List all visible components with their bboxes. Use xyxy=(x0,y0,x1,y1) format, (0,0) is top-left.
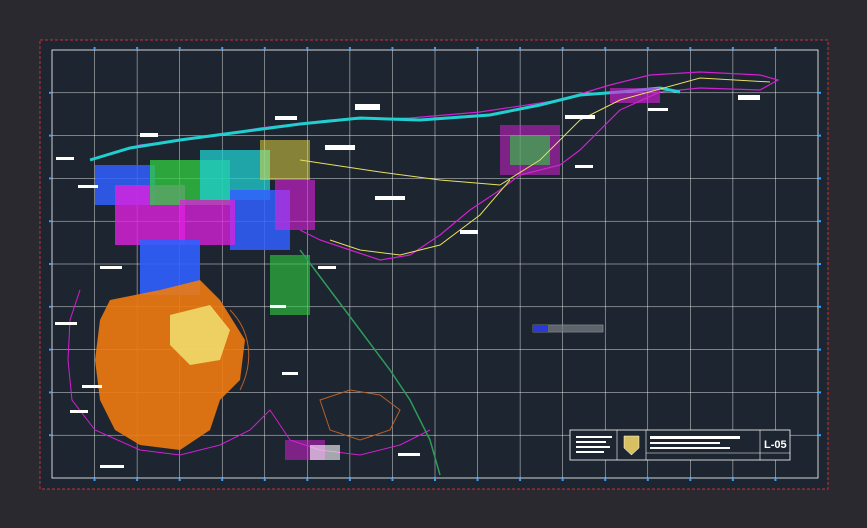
grid-tick xyxy=(49,434,52,437)
grid-tick xyxy=(561,47,564,50)
grid-tick xyxy=(818,391,821,394)
grid-tick xyxy=(49,263,52,265)
grid-tick xyxy=(348,478,351,481)
grid-tick xyxy=(519,478,522,481)
grid-tick xyxy=(391,47,394,50)
grid-tick xyxy=(93,47,96,50)
grid-tick xyxy=(604,47,607,50)
grid-tick xyxy=(774,47,777,50)
grid-tick xyxy=(306,478,309,481)
grid-tick xyxy=(178,47,181,50)
grid-tick xyxy=(731,478,734,481)
grid-tick xyxy=(476,47,479,50)
grid-tick xyxy=(49,391,52,394)
grid-tick xyxy=(818,434,821,437)
grid-tick xyxy=(49,348,52,351)
graphic-scale-bar xyxy=(532,324,604,333)
grid-tick xyxy=(689,47,692,50)
grid-tick xyxy=(263,478,266,481)
grid-tick xyxy=(49,220,52,223)
grid-tick xyxy=(818,220,821,223)
grid-tick xyxy=(49,305,52,308)
grid-tick xyxy=(731,47,734,50)
grid-tick xyxy=(476,478,479,481)
grid-tick xyxy=(49,177,52,180)
grid-tick xyxy=(818,91,821,94)
grid-tick xyxy=(818,348,821,351)
grid-tick xyxy=(136,478,139,481)
grid-tick xyxy=(178,478,181,481)
grid-tick xyxy=(221,47,224,50)
grid-tick xyxy=(689,478,692,481)
grid-tick xyxy=(818,305,821,308)
grid-tick xyxy=(434,47,436,50)
grid-tick xyxy=(774,478,777,481)
grid-tick xyxy=(818,134,821,137)
grid-tick xyxy=(49,91,52,94)
grid-tick xyxy=(221,478,224,481)
grid-tick xyxy=(561,478,564,481)
grid-tick xyxy=(519,47,522,50)
grid-tick xyxy=(306,47,309,50)
grid-tick xyxy=(434,478,436,481)
grid-tick xyxy=(646,47,649,50)
cad-model-viewport[interactable]: L-05 xyxy=(0,0,867,528)
grid-tick xyxy=(391,478,394,481)
grid-tick xyxy=(263,47,266,50)
grid-tick xyxy=(49,134,52,137)
grid-tick xyxy=(136,47,139,50)
grid-tick xyxy=(646,478,649,481)
grid-tick xyxy=(604,478,607,481)
grid-tick xyxy=(818,263,821,265)
title-block[interactable]: L-05 xyxy=(569,429,791,461)
grid-tick xyxy=(93,478,96,481)
grid-tick xyxy=(818,177,821,180)
drawing-canvas[interactable]: L-05 xyxy=(0,0,867,528)
sheet-number-logo: L-05 xyxy=(764,439,787,451)
grid-tick xyxy=(348,47,351,50)
